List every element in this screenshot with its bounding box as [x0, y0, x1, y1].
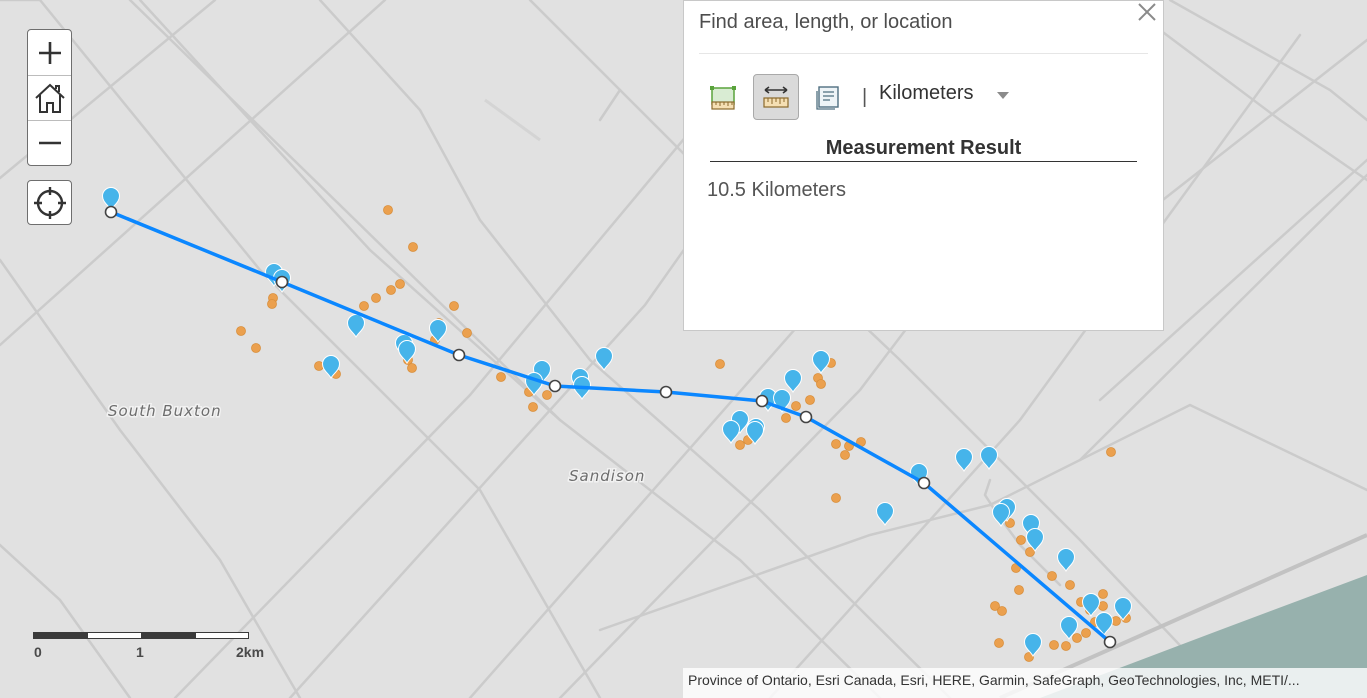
scale-label-2km: 2km: [236, 644, 265, 660]
area-tool-button[interactable]: [700, 74, 746, 120]
orange-point-marker[interactable]: [1098, 589, 1108, 599]
measurement-panel: Find area, length, or location | Kilomet…: [683, 0, 1164, 331]
orange-point-marker[interactable]: [791, 401, 801, 411]
orange-point-marker[interactable]: [1065, 580, 1075, 590]
orange-point-marker[interactable]: [1081, 628, 1091, 638]
result-title: Measurement Result: [825, 137, 1022, 159]
scale-segment: [87, 632, 142, 639]
locate-button[interactable]: [27, 180, 72, 225]
orange-point-marker[interactable]: [383, 205, 393, 215]
orange-point-marker[interactable]: [994, 638, 1004, 648]
orange-point-marker[interactable]: [407, 363, 417, 373]
vertex-handle[interactable]: [452, 348, 466, 362]
distance-tool-button[interactable]: [753, 74, 799, 120]
home-button[interactable]: [28, 75, 71, 121]
orange-point-marker[interactable]: [449, 301, 459, 311]
orange-point-marker[interactable]: [386, 285, 396, 295]
orange-point-marker[interactable]: [408, 242, 418, 252]
result-divider: [710, 161, 1137, 162]
scale-segment: [195, 632, 249, 639]
orange-point-marker[interactable]: [371, 293, 381, 303]
orange-point-marker[interactable]: [781, 413, 791, 423]
orange-point-marker[interactable]: [831, 439, 841, 449]
orange-point-marker[interactable]: [831, 493, 841, 503]
scale-segment: [33, 632, 88, 639]
orange-point-marker[interactable]: [1072, 633, 1082, 643]
orange-point-marker[interactable]: [496, 372, 506, 382]
place-label-south-buxton: South Buxton: [108, 402, 222, 420]
orange-point-marker[interactable]: [840, 450, 850, 460]
vertex-handle[interactable]: [275, 275, 289, 289]
orange-point-marker[interactable]: [735, 440, 745, 450]
vertex-handle[interactable]: [659, 385, 673, 399]
orange-point-marker[interactable]: [395, 279, 405, 289]
orange-point-marker[interactable]: [997, 606, 1007, 616]
locate-crosshair-icon: [33, 186, 66, 219]
unit-select[interactable]: Kilometers: [879, 82, 973, 105]
zoom-in-button[interactable]: [28, 30, 71, 76]
minus-icon: [38, 141, 61, 144]
map-attribution[interactable]: Province of Ontario, Esri Canada, Esri, …: [683, 668, 1367, 698]
orange-point-marker[interactable]: [251, 343, 261, 353]
distance-tool-icon: [763, 86, 789, 108]
plus-icon: [38, 41, 61, 64]
place-label-sandison: Sandison: [569, 467, 645, 485]
orange-point-marker[interactable]: [1049, 640, 1059, 650]
scale-segment: [141, 632, 196, 639]
orange-point-marker[interactable]: [715, 359, 725, 369]
orange-point-marker[interactable]: [528, 402, 538, 412]
zoom-out-button[interactable]: [28, 120, 71, 165]
vertex-handle[interactable]: [917, 476, 931, 490]
orange-point-marker[interactable]: [1061, 641, 1071, 651]
vertex-handle[interactable]: [755, 394, 769, 408]
orange-point-marker[interactable]: [1106, 447, 1116, 457]
divider: [699, 53, 1148, 54]
orange-point-marker[interactable]: [236, 326, 246, 336]
orange-point-marker[interactable]: [1016, 535, 1026, 545]
orange-point-marker[interactable]: [542, 390, 552, 400]
vertex-handle[interactable]: [1103, 635, 1117, 649]
orange-point-marker[interactable]: [462, 328, 472, 338]
orange-point-marker[interactable]: [1047, 571, 1057, 581]
orange-point-marker[interactable]: [816, 379, 826, 389]
scale-bar: [33, 632, 249, 641]
zoom-control-group: [27, 29, 72, 166]
home-icon: [34, 83, 65, 113]
area-tool-icon: [710, 86, 736, 110]
chevron-down-icon[interactable]: [997, 92, 1009, 99]
vertex-handle[interactable]: [104, 205, 118, 219]
orange-point-marker[interactable]: [1014, 585, 1024, 595]
measure-instructions: Find area, length, or location: [699, 11, 953, 33]
location-tool-icon: [816, 86, 839, 110]
orange-point-marker[interactable]: [359, 301, 369, 311]
close-icon[interactable]: [1136, 1, 1158, 23]
orange-point-marker[interactable]: [805, 395, 815, 405]
scale-label-1: 1: [136, 644, 144, 660]
scale-label-0: 0: [34, 644, 42, 660]
vertex-handle[interactable]: [548, 379, 562, 393]
result-value: 10.5 Kilometers: [707, 179, 846, 201]
location-tool-button[interactable]: [805, 74, 851, 120]
toolbar-separator: |: [862, 86, 868, 108]
orange-point-marker[interactable]: [267, 299, 277, 309]
vertex-handle[interactable]: [799, 410, 813, 424]
